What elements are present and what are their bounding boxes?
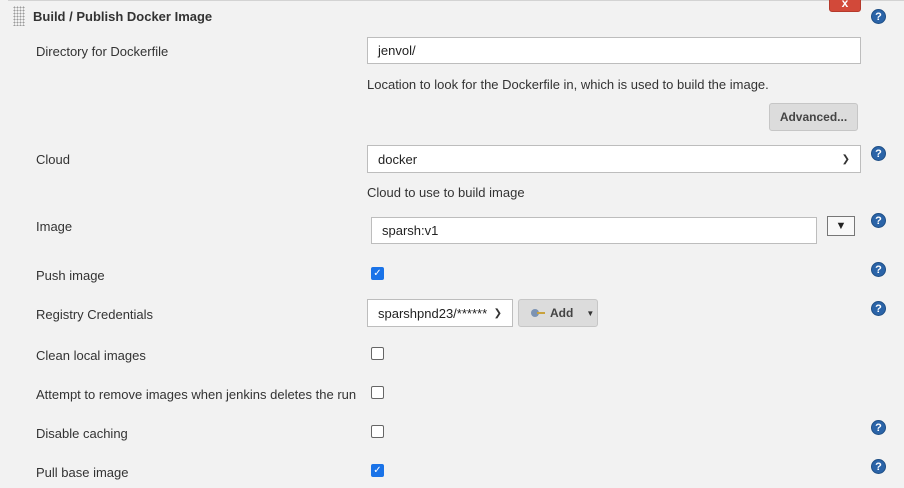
help-icon-push-image[interactable]: ? [871, 262, 886, 277]
remove-images-checkbox[interactable] [371, 386, 384, 399]
chevron-down-icon: ❯ [841, 153, 850, 165]
chevron-down-icon: ❯ [493, 307, 502, 319]
disable-caching-checkbox[interactable] [371, 425, 384, 438]
help-icon-registry-credentials[interactable]: ? [871, 301, 886, 316]
drag-handle-icon[interactable] [13, 6, 25, 26]
dockerfile-label: Directory for Dockerfile [36, 44, 169, 59]
cloud-label: Cloud [36, 152, 70, 167]
checkmark-icon: ✓ [373, 267, 382, 279]
section-title: Build / Publish Docker Image [33, 9, 213, 24]
add-credentials-button[interactable]: Add ▼ [518, 299, 598, 327]
image-suggestions-toggle[interactable]: ▼ [827, 216, 855, 236]
image-value: sparsh:v1 [382, 223, 439, 238]
panel-top-border [8, 0, 904, 1]
registry-credentials-value: sparshpnd23/****** [378, 305, 488, 321]
image-input[interactable]: sparsh:v1 [371, 217, 817, 244]
dockerfile-description: Location to look for the Dockerfile in, … [367, 77, 769, 92]
cloud-select[interactable]: docker ❯ [367, 145, 861, 173]
clean-local-images-checkbox[interactable] [371, 347, 384, 360]
add-credentials-label: Add [550, 306, 574, 320]
dockerfile-directory-value: jenvol/ [378, 43, 416, 58]
key-icon [531, 309, 545, 317]
remove-images-label: Attempt to remove images when jenkins de… [36, 387, 357, 402]
help-icon-pull-base-image[interactable]: ? [871, 459, 886, 474]
dockerfile-directory-input[interactable]: jenvol/ [367, 37, 861, 64]
help-icon-section[interactable]: ? [871, 9, 886, 24]
advanced-button[interactable]: Advanced... [769, 103, 858, 131]
image-label: Image [36, 219, 73, 234]
disable-caching-label: Disable caching [36, 426, 128, 441]
delete-step-button[interactable]: x [829, 0, 861, 12]
build-step-panel [8, 0, 904, 488]
cloud-selected-value: docker [378, 151, 418, 167]
caret-down-icon: ▼ [586, 308, 595, 318]
triangle-down-icon: ▼ [835, 220, 847, 232]
checkmark-icon: ✓ [373, 464, 382, 476]
help-icon-cloud[interactable]: ? [871, 146, 886, 161]
pull-base-image-label: Pull base image [36, 465, 129, 480]
registry-credentials-select[interactable]: sparshpnd23/****** ❯ [367, 299, 513, 327]
help-icon-disable-caching[interactable]: ? [871, 420, 886, 435]
clean-local-images-label: Clean local images [36, 348, 146, 363]
help-icon-image[interactable]: ? [871, 213, 886, 228]
cloud-description: Cloud to use to build image [367, 185, 525, 200]
push-image-checkbox[interactable]: ✓ [371, 267, 384, 280]
registry-credentials-label: Registry Credentials [36, 307, 154, 322]
pull-base-image-checkbox[interactable]: ✓ [371, 464, 384, 477]
push-image-label: Push image [36, 268, 105, 283]
